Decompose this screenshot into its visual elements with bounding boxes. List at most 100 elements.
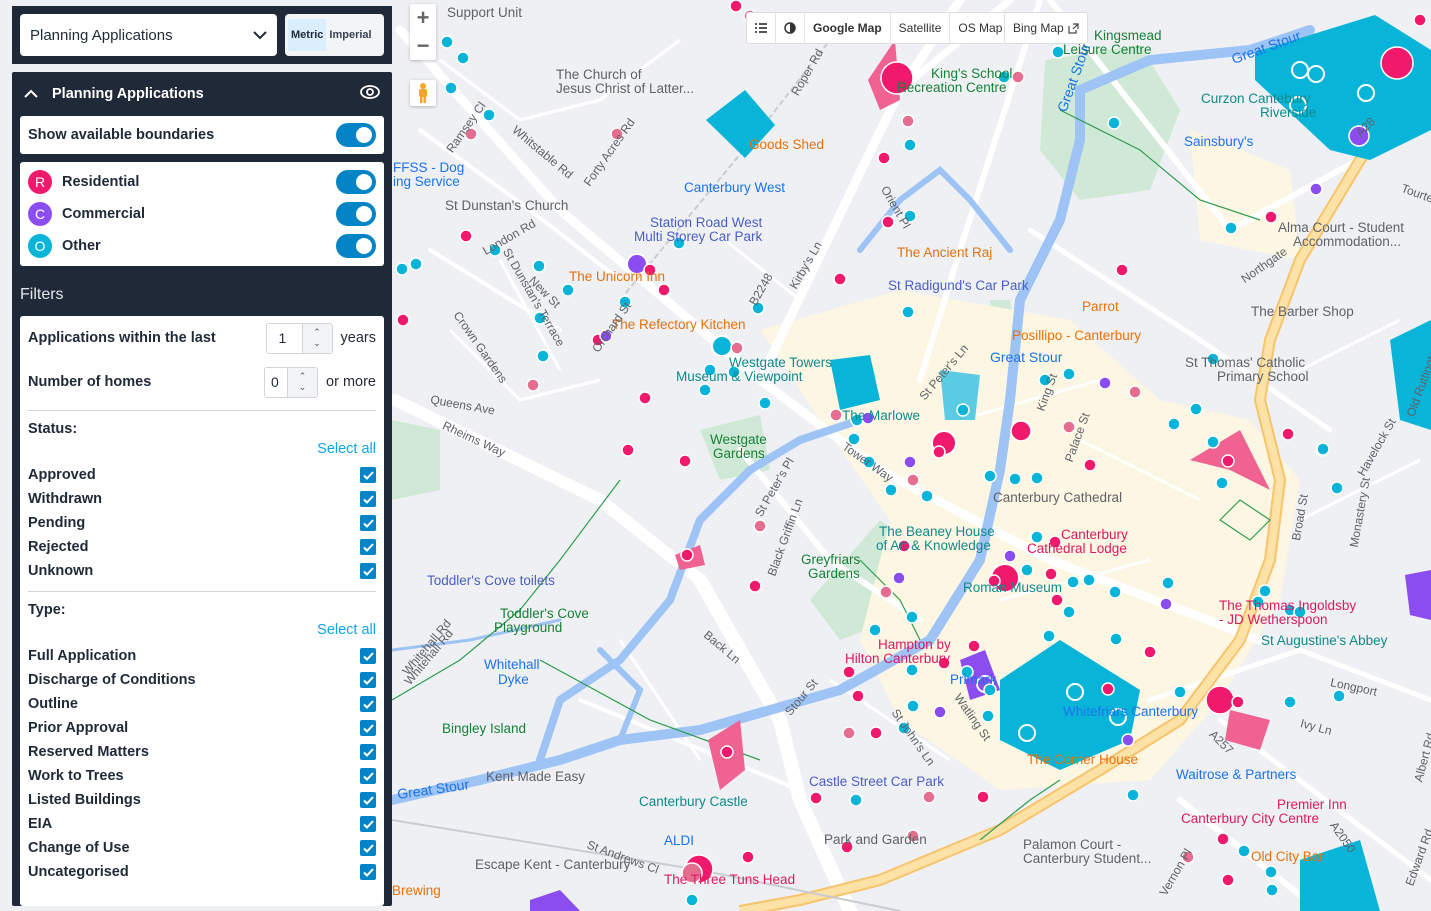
place-label[interactable]: Brewing (392, 883, 441, 898)
place-label[interactable]: Great Stour (990, 350, 1062, 365)
eye-icon[interactable] (360, 85, 380, 103)
place-label[interactable]: FFSS - Dog (393, 160, 464, 175)
marker-other[interactable] (1215, 476, 1229, 490)
marker-other[interactable] (685, 893, 699, 907)
place-label[interactable]: The Refectory Kitchen (612, 317, 746, 332)
marker-other[interactable] (1030, 471, 1044, 485)
place-label[interactable]: King's School (931, 66, 1012, 81)
place-label[interactable]: Recreation Centre (897, 80, 1007, 95)
filter-checkbox[interactable] (360, 792, 376, 808)
place-label[interactable]: Palamon Court - (1023, 837, 1121, 852)
marker-other[interactable] (1264, 865, 1278, 879)
place-label[interactable]: Canterbury Cathedral (993, 490, 1122, 505)
marker-residential[interactable] (906, 473, 920, 487)
marker-residential[interactable] (1083, 458, 1097, 472)
type-select-all[interactable]: Select all (28, 622, 376, 638)
marker-commercial[interactable] (1121, 733, 1135, 747)
marker-residential[interactable] (526, 378, 540, 392)
place-label[interactable]: Roman Museum (963, 580, 1062, 595)
filter-option-row[interactable]: Reserved Matters (28, 740, 376, 764)
marker-commercial[interactable] (903, 455, 917, 469)
place-label[interactable]: Canterbury City Centre (1181, 811, 1319, 826)
filter-checkbox[interactable] (360, 744, 376, 760)
marker-other[interactable] (758, 396, 772, 410)
place-label[interactable]: Station Road West (650, 215, 762, 230)
street-view-pegman[interactable] (410, 80, 436, 106)
marker-commercial[interactable] (892, 571, 906, 585)
place-label[interactable]: Park and Garden (824, 832, 927, 847)
place-label[interactable]: Old City Bar (1251, 849, 1324, 864)
filter-option-row[interactable]: Full Application (28, 644, 376, 668)
zoom-in-button[interactable]: + (410, 4, 436, 32)
place-label[interactable]: The Unicorn Inn (569, 269, 665, 284)
place-label[interactable]: Alma Court - Student (1278, 220, 1404, 235)
marker-other[interactable] (1167, 417, 1181, 431)
filter-checkbox[interactable] (360, 720, 376, 736)
marker-other[interactable] (1258, 584, 1272, 598)
within-last-stepper[interactable]: 1 ⌃ ⌄ (265, 322, 333, 354)
marker-residential[interactable] (1231, 695, 1245, 709)
marker-residential[interactable] (1101, 682, 1115, 696)
filter-option-row[interactable]: Work to Trees (28, 764, 376, 788)
place-label[interactable]: The Church of (556, 67, 642, 82)
filter-checkbox[interactable] (360, 816, 376, 832)
place-label[interactable]: Museum & Viewpoint (676, 369, 803, 384)
filter-checkbox[interactable] (360, 648, 376, 664)
filter-checkbox[interactable] (360, 768, 376, 784)
place-label[interactable]: ing Service (393, 174, 460, 189)
marker-residential[interactable] (1221, 454, 1235, 468)
marker-other[interactable] (536, 349, 550, 363)
place-label[interactable]: Whitefriars Canterbury (1063, 704, 1198, 719)
marker-residential[interactable] (459, 229, 473, 243)
contrast-button[interactable] (776, 13, 805, 43)
place-label[interactable]: Kent Made Easy (486, 769, 585, 784)
place-label[interactable]: Primark (950, 672, 997, 687)
boundary-commercial[interactable] (530, 890, 580, 911)
filter-checkbox[interactable] (360, 491, 376, 507)
place-label[interactable]: Jesus Christ of Latter... (556, 81, 694, 96)
place-label[interactable]: Hampton by (878, 637, 951, 652)
marker-commercial[interactable] (933, 705, 947, 719)
stepper-down-icon[interactable]: ⌄ (313, 338, 321, 349)
place-label[interactable]: Gardens (713, 446, 765, 461)
marker-residential[interactable] (1264, 210, 1278, 224)
filter-option-row[interactable]: Approved (28, 463, 376, 487)
place-label[interactable]: The Three Tuns Head (664, 872, 795, 887)
commercial-toggle[interactable] (336, 202, 376, 226)
marker-other[interactable] (1066, 575, 1080, 589)
marker-other[interactable] (920, 489, 934, 503)
marker-residential[interactable] (967, 639, 981, 653)
marker-other[interactable] (901, 305, 915, 319)
marker-residential[interactable] (753, 519, 767, 533)
marker-residential[interactable] (1044, 567, 1058, 581)
unit-metric-button[interactable]: Metric (288, 19, 327, 51)
marker-commercial[interactable] (1159, 597, 1173, 611)
marker-other[interactable] (395, 262, 409, 276)
place-label[interactable]: Dyke (498, 672, 529, 687)
marker-residential[interactable] (809, 791, 823, 805)
marker-residential[interactable] (1281, 427, 1295, 441)
marker-other[interactable] (1020, 563, 1034, 577)
place-label[interactable]: Castle Street Car Park (809, 774, 944, 789)
place-label[interactable]: Riverside (1260, 105, 1316, 120)
place-label[interactable]: St Thomas' Catholic (1185, 355, 1305, 370)
panel-header[interactable]: Planning Applications (12, 72, 392, 116)
marker-other[interactable] (1173, 685, 1187, 699)
filter-checkbox[interactable] (360, 539, 376, 555)
filter-option-row[interactable]: Rejected (28, 535, 376, 559)
marker-other[interactable] (1126, 788, 1140, 802)
place-label[interactable]: Sainsbury's (1184, 134, 1253, 149)
unit-imperial-button[interactable]: Imperial (326, 19, 374, 51)
marker-commercial[interactable] (1098, 376, 1112, 390)
filter-checkbox[interactable] (360, 840, 376, 856)
marker-other[interactable] (1108, 585, 1122, 599)
marker-other[interactable] (1265, 883, 1279, 897)
place-label[interactable]: ALDI (664, 833, 694, 848)
filter-option-row[interactable]: Uncategorised (28, 860, 376, 884)
place-label[interactable]: Parrot (1082, 299, 1119, 314)
map-type-os[interactable]: OS Map (950, 13, 1010, 43)
map-type-satellite[interactable]: Satellite (891, 13, 951, 43)
filter-option-row[interactable]: Listed Buildings (28, 788, 376, 812)
filter-checkbox[interactable] (360, 467, 376, 483)
boundary-other[interactable] (830, 355, 880, 410)
